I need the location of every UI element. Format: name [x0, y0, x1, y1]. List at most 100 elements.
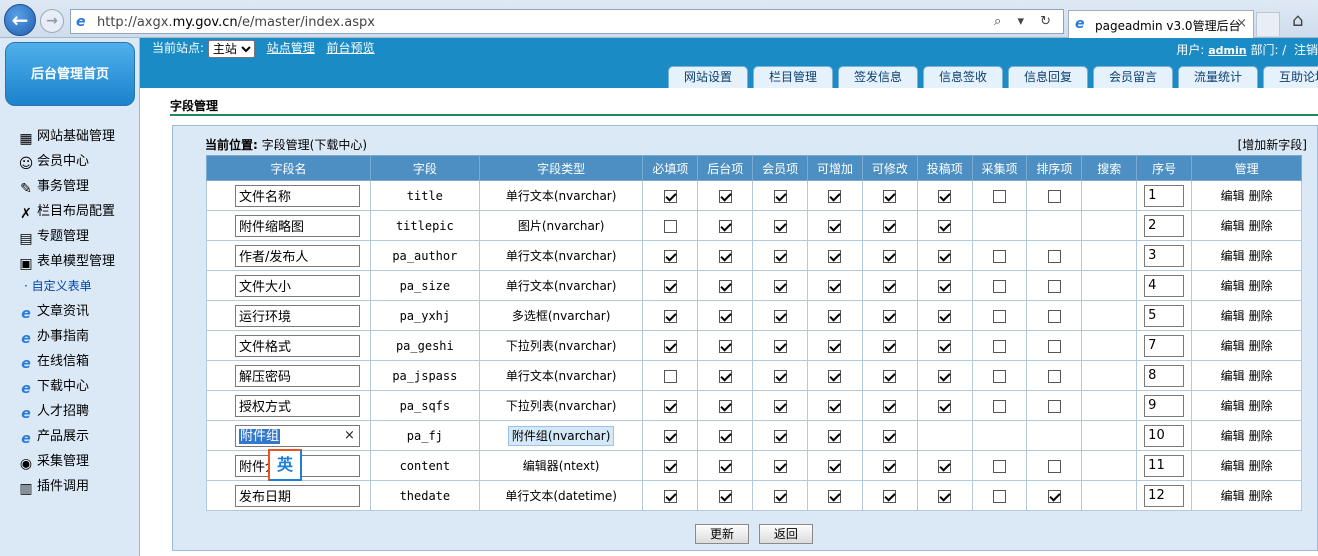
browser-tab[interactable]: e pageadmin v3.0管理后台 × — [1068, 10, 1254, 38]
checkbox-checked[interactable] — [718, 489, 732, 503]
checkbox-unchecked[interactable] — [1047, 459, 1061, 473]
checkbox-checked[interactable] — [663, 249, 677, 263]
sidebar-item[interactable]: e 人才招聘 — [18, 399, 140, 424]
field-name-input[interactable] — [234, 304, 360, 327]
edit-link[interactable]: 编辑 — [1221, 489, 1245, 503]
checkbox-checked[interactable] — [718, 189, 732, 203]
checkbox-checked[interactable] — [718, 369, 732, 383]
checkbox-checked[interactable] — [883, 249, 897, 263]
checkbox-checked[interactable] — [828, 249, 842, 263]
checkbox-checked[interactable] — [773, 369, 787, 383]
checkbox-checked[interactable] — [883, 429, 897, 443]
edit-link[interactable]: 编辑 — [1221, 189, 1245, 203]
field-name-input[interactable] — [234, 274, 360, 297]
field-name-input[interactable] — [234, 334, 360, 357]
delete-link[interactable]: 删除 — [1249, 459, 1273, 473]
checkbox-unchecked[interactable] — [1047, 369, 1061, 383]
checkbox-checked[interactable] — [883, 459, 897, 473]
order-input[interactable] — [1144, 244, 1185, 267]
order-input[interactable] — [1144, 334, 1185, 357]
checkbox-checked[interactable] — [718, 279, 732, 293]
edit-link[interactable]: 编辑 — [1221, 459, 1245, 473]
sidebar-item[interactable]: · 自定义表单 — [18, 274, 140, 299]
checkbox-checked[interactable] — [883, 489, 897, 503]
delete-link[interactable]: 删除 — [1249, 429, 1273, 443]
sidebar-item[interactable]: ☺ 会员中心 — [18, 149, 140, 174]
sidebar-item[interactable]: e 下载中心 — [18, 374, 140, 399]
delete-link[interactable]: 删除 — [1249, 249, 1273, 263]
order-input[interactable] — [1144, 304, 1185, 327]
checkbox-checked[interactable] — [938, 489, 952, 503]
edit-link[interactable]: 编辑 — [1221, 369, 1245, 383]
nav-tab[interactable]: 流量统计 — [1178, 66, 1258, 88]
site-select[interactable]: 主站 — [207, 39, 255, 58]
field-name-input-focused[interactable]: 附件组 × — [234, 424, 360, 447]
checkbox-checked[interactable] — [718, 339, 732, 353]
checkbox-checked[interactable] — [883, 339, 897, 353]
sidebar-item[interactable]: e 办事指南 — [18, 324, 140, 349]
delete-link[interactable]: 删除 — [1249, 369, 1273, 383]
checkbox-unchecked[interactable] — [663, 219, 677, 233]
field-name-input[interactable] — [234, 394, 360, 417]
nav-tab[interactable]: 签发信息 — [838, 66, 918, 88]
order-input[interactable] — [1144, 394, 1185, 417]
checkbox-checked[interactable] — [663, 189, 677, 203]
sidebar-item[interactable]: ▣ 表单模型管理 — [18, 249, 140, 274]
checkbox-checked[interactable] — [883, 219, 897, 233]
field-name-input[interactable] — [234, 484, 360, 507]
sidebar-item[interactable]: ✗ 栏目布局配置 — [18, 199, 140, 224]
edit-link[interactable]: 编辑 — [1221, 429, 1245, 443]
checkbox-checked[interactable] — [938, 399, 952, 413]
order-input[interactable] — [1144, 184, 1185, 207]
checkbox-unchecked[interactable] — [993, 279, 1007, 293]
front-preview-link[interactable]: 前台预览 — [327, 41, 375, 55]
nav-tab[interactable]: 栏目管理 — [753, 66, 833, 88]
add-field-link[interactable]: [增加新字段] — [1238, 136, 1307, 153]
checkbox-unchecked[interactable] — [993, 369, 1007, 383]
clear-icon[interactable]: × — [344, 428, 355, 443]
delete-link[interactable]: 删除 — [1249, 399, 1273, 413]
delete-link[interactable]: 删除 — [1249, 189, 1273, 203]
address-tools-icon[interactable]: ⌕ ▾ ↻ — [994, 14, 1057, 29]
delete-link[interactable]: 删除 — [1249, 219, 1273, 233]
checkbox-checked[interactable] — [663, 429, 677, 443]
forward-arrow-icon[interactable]: → — [40, 9, 64, 33]
logout-link[interactable]: 注销 — [1294, 43, 1318, 57]
checkbox-checked[interactable] — [773, 459, 787, 473]
edit-link[interactable]: 编辑 — [1221, 399, 1245, 413]
checkbox-checked[interactable] — [883, 279, 897, 293]
sidebar-item[interactable]: ▦ 网站基础管理 — [18, 124, 140, 149]
url-text[interactable]: http://axgx.my.gov.cn/e/master/index.asp… — [97, 15, 375, 30]
edit-link[interactable]: 编辑 — [1221, 309, 1245, 323]
close-icon[interactable]: × — [1236, 16, 1247, 31]
edit-link[interactable]: 编辑 — [1221, 219, 1245, 233]
order-input[interactable] — [1144, 214, 1185, 237]
back-button[interactable]: 返回 — [758, 524, 813, 544]
checkbox-unchecked[interactable] — [1047, 189, 1061, 203]
checkbox-checked[interactable] — [773, 219, 787, 233]
delete-link[interactable]: 删除 — [1249, 309, 1273, 323]
sidebar-item[interactable]: e 文章资讯 — [18, 299, 140, 324]
checkbox-unchecked[interactable] — [1047, 309, 1061, 323]
sidebar-item[interactable]: ◉ 采集管理 — [18, 449, 140, 474]
checkbox-checked[interactable] — [773, 309, 787, 323]
field-name-input[interactable] — [234, 214, 360, 237]
checkbox-unchecked[interactable] — [993, 489, 1007, 503]
checkbox-checked[interactable] — [773, 249, 787, 263]
update-button[interactable]: 更新 — [695, 524, 750, 544]
order-input[interactable] — [1144, 424, 1185, 447]
nav-tab[interactable]: 信息回复 — [1008, 66, 1088, 88]
checkbox-unchecked[interactable] — [993, 459, 1007, 473]
checkbox-checked[interactable] — [663, 489, 677, 503]
checkbox-checked[interactable] — [828, 399, 842, 413]
edit-link[interactable]: 编辑 — [1221, 339, 1245, 353]
nav-tab[interactable]: 会员留言 — [1093, 66, 1173, 88]
checkbox-checked[interactable] — [663, 339, 677, 353]
checkbox-checked[interactable] — [828, 429, 842, 443]
checkbox-checked[interactable] — [938, 309, 952, 323]
checkbox-checked[interactable] — [718, 249, 732, 263]
checkbox-checked[interactable] — [773, 189, 787, 203]
sidebar-item[interactable]: e 在线信箱 — [18, 349, 140, 374]
nav-tab[interactable]: 网站设置 — [668, 66, 748, 88]
sidebar-item[interactable]: ▥ 插件调用 — [18, 474, 140, 499]
